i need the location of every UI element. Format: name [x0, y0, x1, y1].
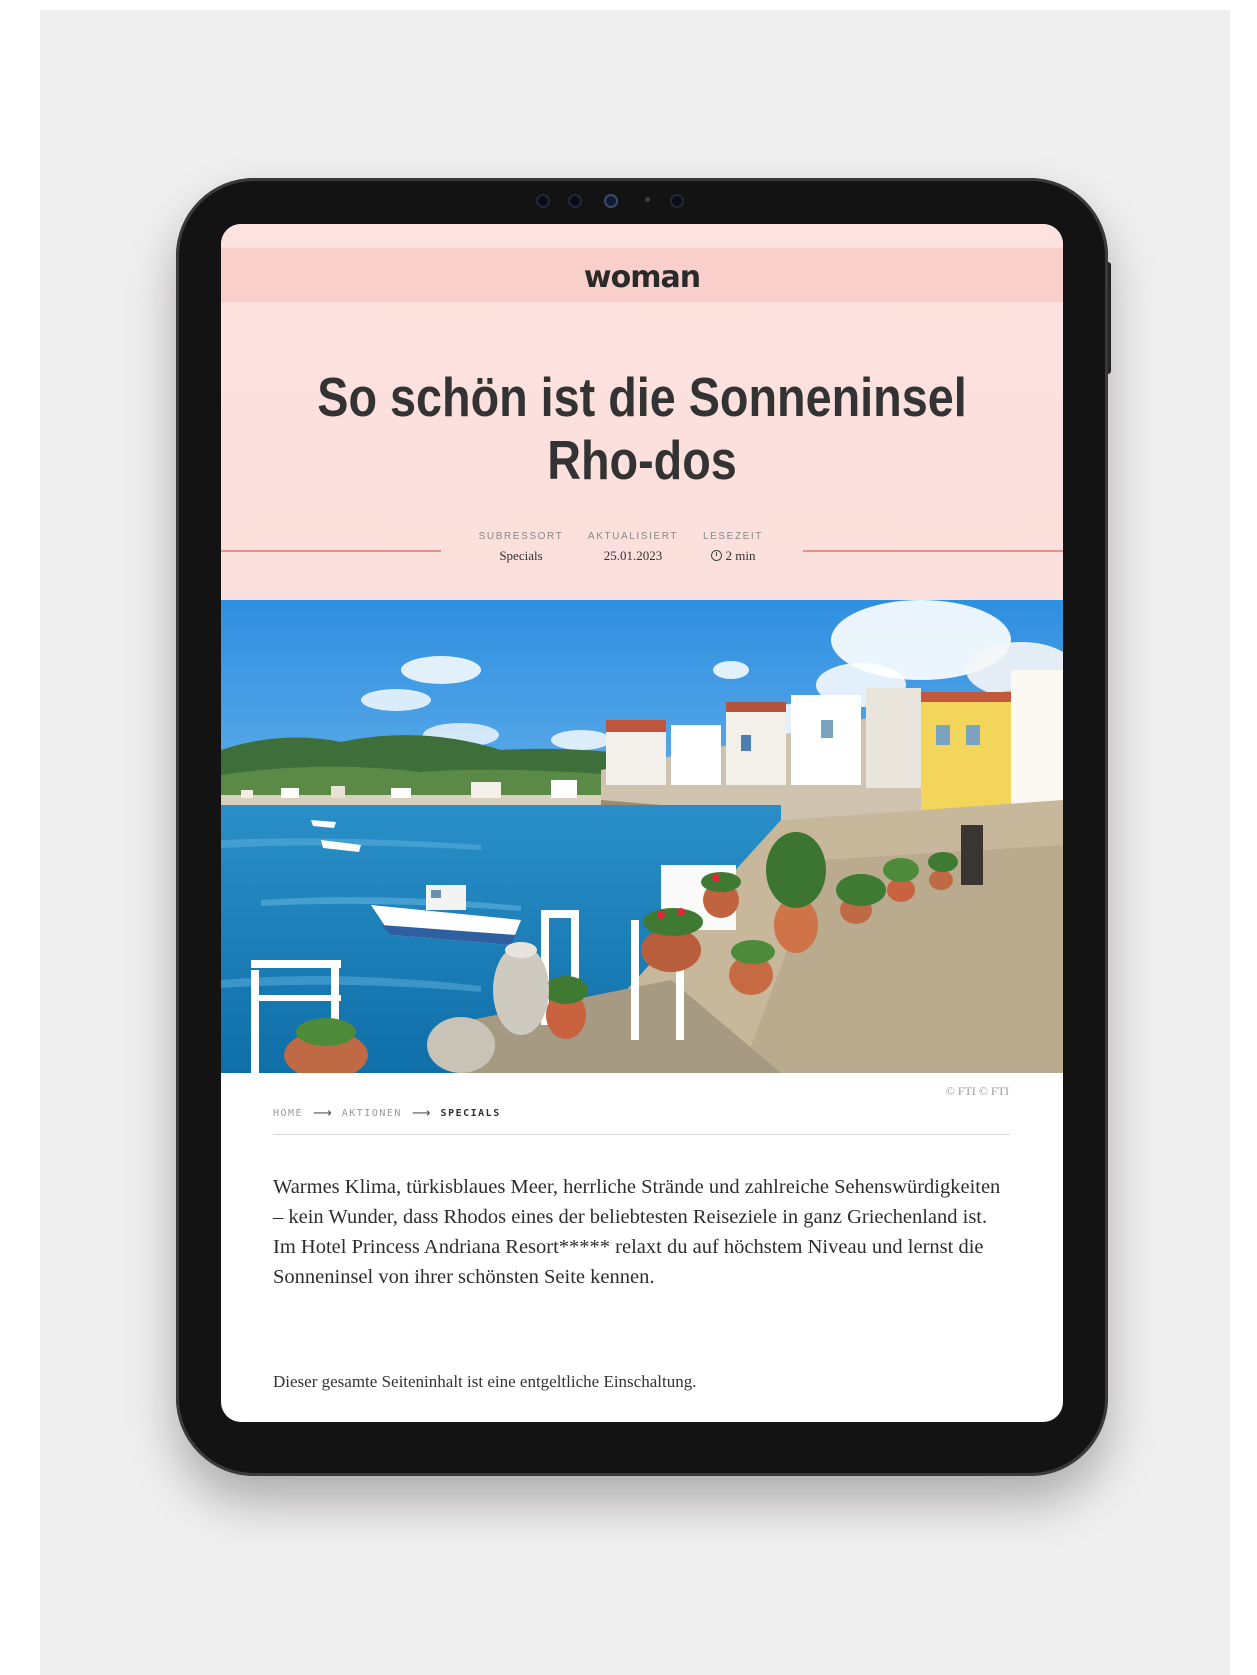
reading-time-value: 2 min	[725, 548, 756, 563]
meta-value[interactable]: Specials	[476, 548, 566, 564]
clock-icon	[710, 550, 722, 561]
arrow-right-icon: ⟶	[411, 1106, 431, 1121]
camera-lens-icon	[604, 194, 618, 208]
meta-label: LESEZEIT	[702, 531, 764, 542]
meta-label: AKTUALISIERT	[587, 531, 679, 542]
camera-lens-icon	[568, 194, 582, 208]
meta-divider-right	[803, 550, 1063, 552]
article-lead: Warmes Klima, türkisblaues Meer, herrlic…	[273, 1176, 1001, 1288]
breadcrumb-specials[interactable]: SPECIALS	[441, 1108, 501, 1119]
camera-lens-icon	[536, 194, 550, 208]
paid-content-disclaimer: Dieser gesamte Seiteninhalt ist eine ent…	[273, 1372, 697, 1391]
meta-divider-left	[221, 550, 441, 552]
breadcrumb-divider	[273, 1134, 1010, 1135]
camera-lens-icon	[670, 194, 684, 208]
tablet-frame: woman So schön ist die Sonneninsel Rho-d…	[176, 178, 1108, 1476]
site-logo[interactable]: woman	[221, 260, 1063, 295]
meta-updated: AKTUALISIERT 25.01.2023	[583, 531, 683, 564]
meta-subressort: SUBRESSORT Specials	[476, 531, 566, 564]
site-header: woman	[221, 248, 1063, 302]
meta-reading-time: LESEZEIT 2 min	[693, 531, 773, 564]
breadcrumb: HOME ⟶ AKTIONEN ⟶ SPECIALS	[273, 1106, 501, 1121]
article-hero: woman So schön ist die Sonneninsel Rho-d…	[221, 224, 1063, 600]
meta-value: 25.01.2023	[603, 548, 663, 563]
sensor-dot-icon	[645, 197, 650, 202]
arrow-right-icon: ⟶	[313, 1106, 332, 1121]
meta-label: SUBRESSORT	[478, 531, 564, 542]
meta-value-wrapper: 2 min	[693, 548, 773, 564]
breadcrumb-home[interactable]: HOME	[273, 1108, 303, 1119]
image-credit: © FTI © FTI	[945, 1084, 1009, 1098]
article-hero-image	[221, 600, 1063, 1073]
breadcrumb-aktionen[interactable]: AKTIONEN	[342, 1108, 402, 1119]
tablet-screen: woman So schön ist die Sonneninsel Rho-d…	[221, 224, 1063, 1422]
article-title: So schön ist die Sonneninsel Rho-dos	[317, 366, 967, 491]
